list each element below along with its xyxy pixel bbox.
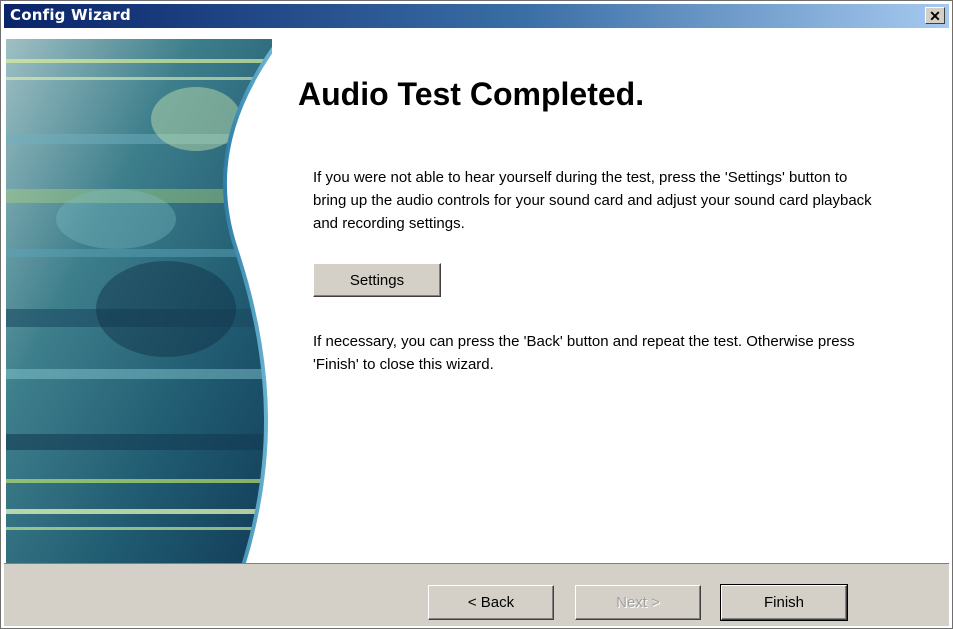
window-title: Config Wizard [10,6,131,24]
wizard-side-banner [6,39,272,563]
close-icon: ✕ [929,7,941,24]
instructions-text: If you were not able to hear yourself du… [313,169,872,232]
next-button: Next > [575,585,701,620]
finish-button[interactable]: Finish [720,584,848,621]
settings-button[interactable]: Settings [313,263,441,297]
title-bar[interactable]: Config Wizard ✕ [4,4,949,28]
back-button[interactable]: < Back [428,585,554,620]
close-button[interactable]: ✕ [925,7,945,24]
finish-instructions-text: If necessary, you can press the 'Back' b… [313,333,855,373]
wizard-window: Config Wizard ✕ Audio Test Completed. If… [0,0,953,629]
page-title: Audio Test Completed. [298,76,645,112]
